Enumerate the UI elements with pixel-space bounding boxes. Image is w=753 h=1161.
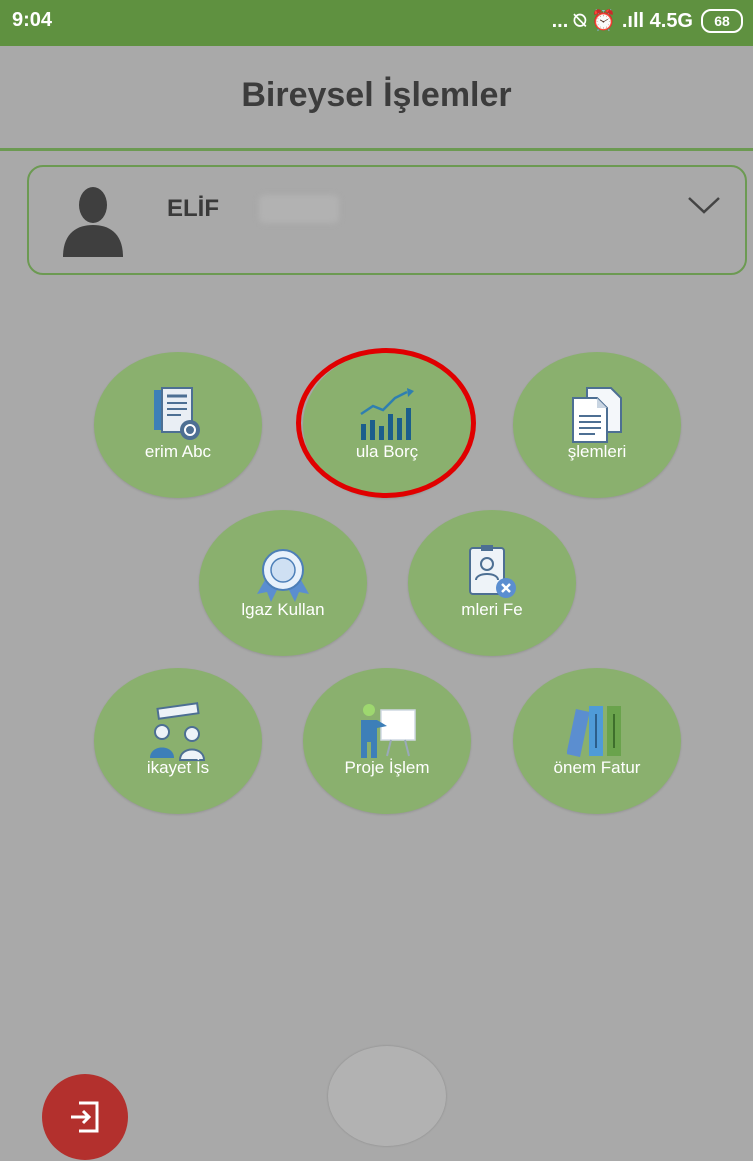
- menu-item-fesih[interactable]: mleri Fe: [408, 510, 576, 656]
- home-button[interactable]: [328, 1046, 446, 1146]
- award-badge-icon: [257, 549, 309, 602]
- menu-item-label: lgaz Kullan: [241, 600, 325, 619]
- menu-item-abonelik[interactable]: erim Abc: [94, 352, 262, 498]
- menu-item-dogalgaz-kullanim[interactable]: lgaz Kullan: [199, 510, 367, 656]
- documents-icon: [572, 387, 622, 443]
- status-indicators: ... ⍉ ⏰ .ıll 4.5G 68: [552, 8, 743, 33]
- highlight-annotation-ring: [296, 348, 476, 498]
- binders-icon: [567, 706, 621, 757]
- menu-item-label: şlemleri: [567, 442, 627, 461]
- page-title: Bireysel İşlemler: [241, 76, 512, 114]
- page-header: Bireysel İşlemler: [0, 46, 753, 151]
- status-bar: 9:04 ... ⍉ ⏰ .ıll 4.5G 68: [0, 0, 753, 46]
- menu-item-label: erim Abc: [144, 442, 212, 461]
- id-card-remove-icon: [469, 545, 516, 598]
- logout-button[interactable]: [42, 1074, 128, 1160]
- complaint-people-icon: [150, 702, 206, 761]
- person-silhouette-icon: [63, 187, 123, 257]
- battery-icon: 68: [701, 8, 743, 33]
- user-selector[interactable]: ELİF: [27, 165, 747, 275]
- document-refresh-icon: [154, 387, 200, 440]
- presentation-board-icon: [361, 704, 416, 758]
- status-time: 9:04: [12, 9, 53, 31]
- user-name: ELİF: [167, 195, 219, 222]
- menu-item-proje[interactable]: Proje İşlem: [303, 668, 471, 814]
- menu-item-sikayet[interactable]: ikayet İs: [94, 668, 262, 814]
- exit-door-icon: [71, 1101, 99, 1133]
- menu-item-label: mleri Fe: [461, 600, 523, 619]
- menu-item-label: ikayet İs: [146, 758, 210, 777]
- menu-item-label: Proje İşlem: [344, 758, 430, 777]
- menu-item-donem-fatura[interactable]: önem Fatur: [513, 668, 681, 814]
- menu-item-islemleri[interactable]: şlemleri: [513, 352, 681, 498]
- status-indicator-icons: ... ⍉ ⏰ .ıll 4.5G: [551, 10, 693, 32]
- redacted-surname: [259, 195, 339, 223]
- menu-item-label: önem Fatur: [553, 758, 641, 777]
- chevron-down-icon[interactable]: [687, 195, 721, 215]
